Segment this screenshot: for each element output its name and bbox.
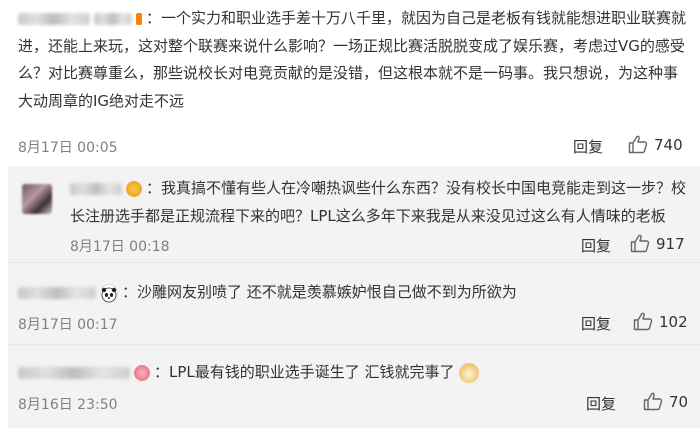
like-count: 102 (659, 312, 688, 331)
doge-emoji-icon (459, 362, 480, 383)
username-blurred[interactable] (94, 12, 132, 25)
sub-comments-box: ：我真搞不懂有些人在冷嘲热讽些什么东西？没有校长中国电竞能走到这一步？校长注册选… (8, 166, 700, 428)
reply-button[interactable]: 回复 (581, 235, 611, 256)
comment-item: ：一个实力和职业选手差十万八千里，就因为自己是老板有钱就能想进职业联赛就进，还能… (0, 0, 700, 166)
reply-button[interactable]: 回复 (581, 313, 611, 334)
reply-button[interactable]: 回复 (586, 393, 616, 414)
like-button[interactable]: 740 (628, 135, 683, 154)
comment-body: ：一个实力和职业选手差十万八千里，就因为自己是老板有钱就能想进职业联赛就进，还能… (18, 9, 687, 110)
like-button[interactable]: 102 (633, 312, 688, 331)
like-count: 740 (654, 135, 683, 154)
comment-body: ：沙雕网友别喷了 还不就是羡慕嫉妒恨自己做不到为所欲为 (18, 279, 688, 307)
like-button[interactable]: 70 (643, 392, 688, 411)
thumbs-up-icon (633, 312, 653, 331)
username-blurred[interactable] (18, 12, 90, 25)
divider (8, 262, 700, 263)
reply-button[interactable]: 回复 (573, 136, 603, 157)
vip-badge-icon (136, 12, 142, 25)
vip-badge-icon (134, 364, 150, 381)
comment-date: 8月17日 00:05 (18, 140, 118, 156)
username-blurred[interactable] (18, 286, 96, 299)
comment-body: ：我真搞不懂有些人在冷嘲热讽些什么东西？没有校长中国电竞能走到这一步？校长注册选… (70, 179, 687, 225)
comment-date: 8月16日 23:50 (18, 397, 118, 413)
like-count: 917 (656, 234, 685, 253)
divider (8, 344, 700, 345)
thumbs-up-icon (630, 234, 650, 253)
thumbs-up-icon (643, 392, 663, 411)
panda-emoji-icon (100, 283, 118, 302)
comment-body: ：LPL最有钱的职业选手诞生了 汇钱就完事了 (18, 359, 688, 387)
comment-date: 8月17日 00:17 (18, 317, 118, 333)
comment-date: 8月17日 00:18 (70, 239, 170, 255)
vip-badge-icon (126, 180, 142, 197)
like-count: 70 (669, 392, 689, 411)
like-button[interactable]: 917 (630, 234, 685, 253)
avatar[interactable] (22, 184, 52, 214)
username-blurred[interactable] (18, 366, 130, 379)
username-blurred[interactable] (70, 182, 122, 195)
thumbs-up-icon (628, 135, 648, 154)
